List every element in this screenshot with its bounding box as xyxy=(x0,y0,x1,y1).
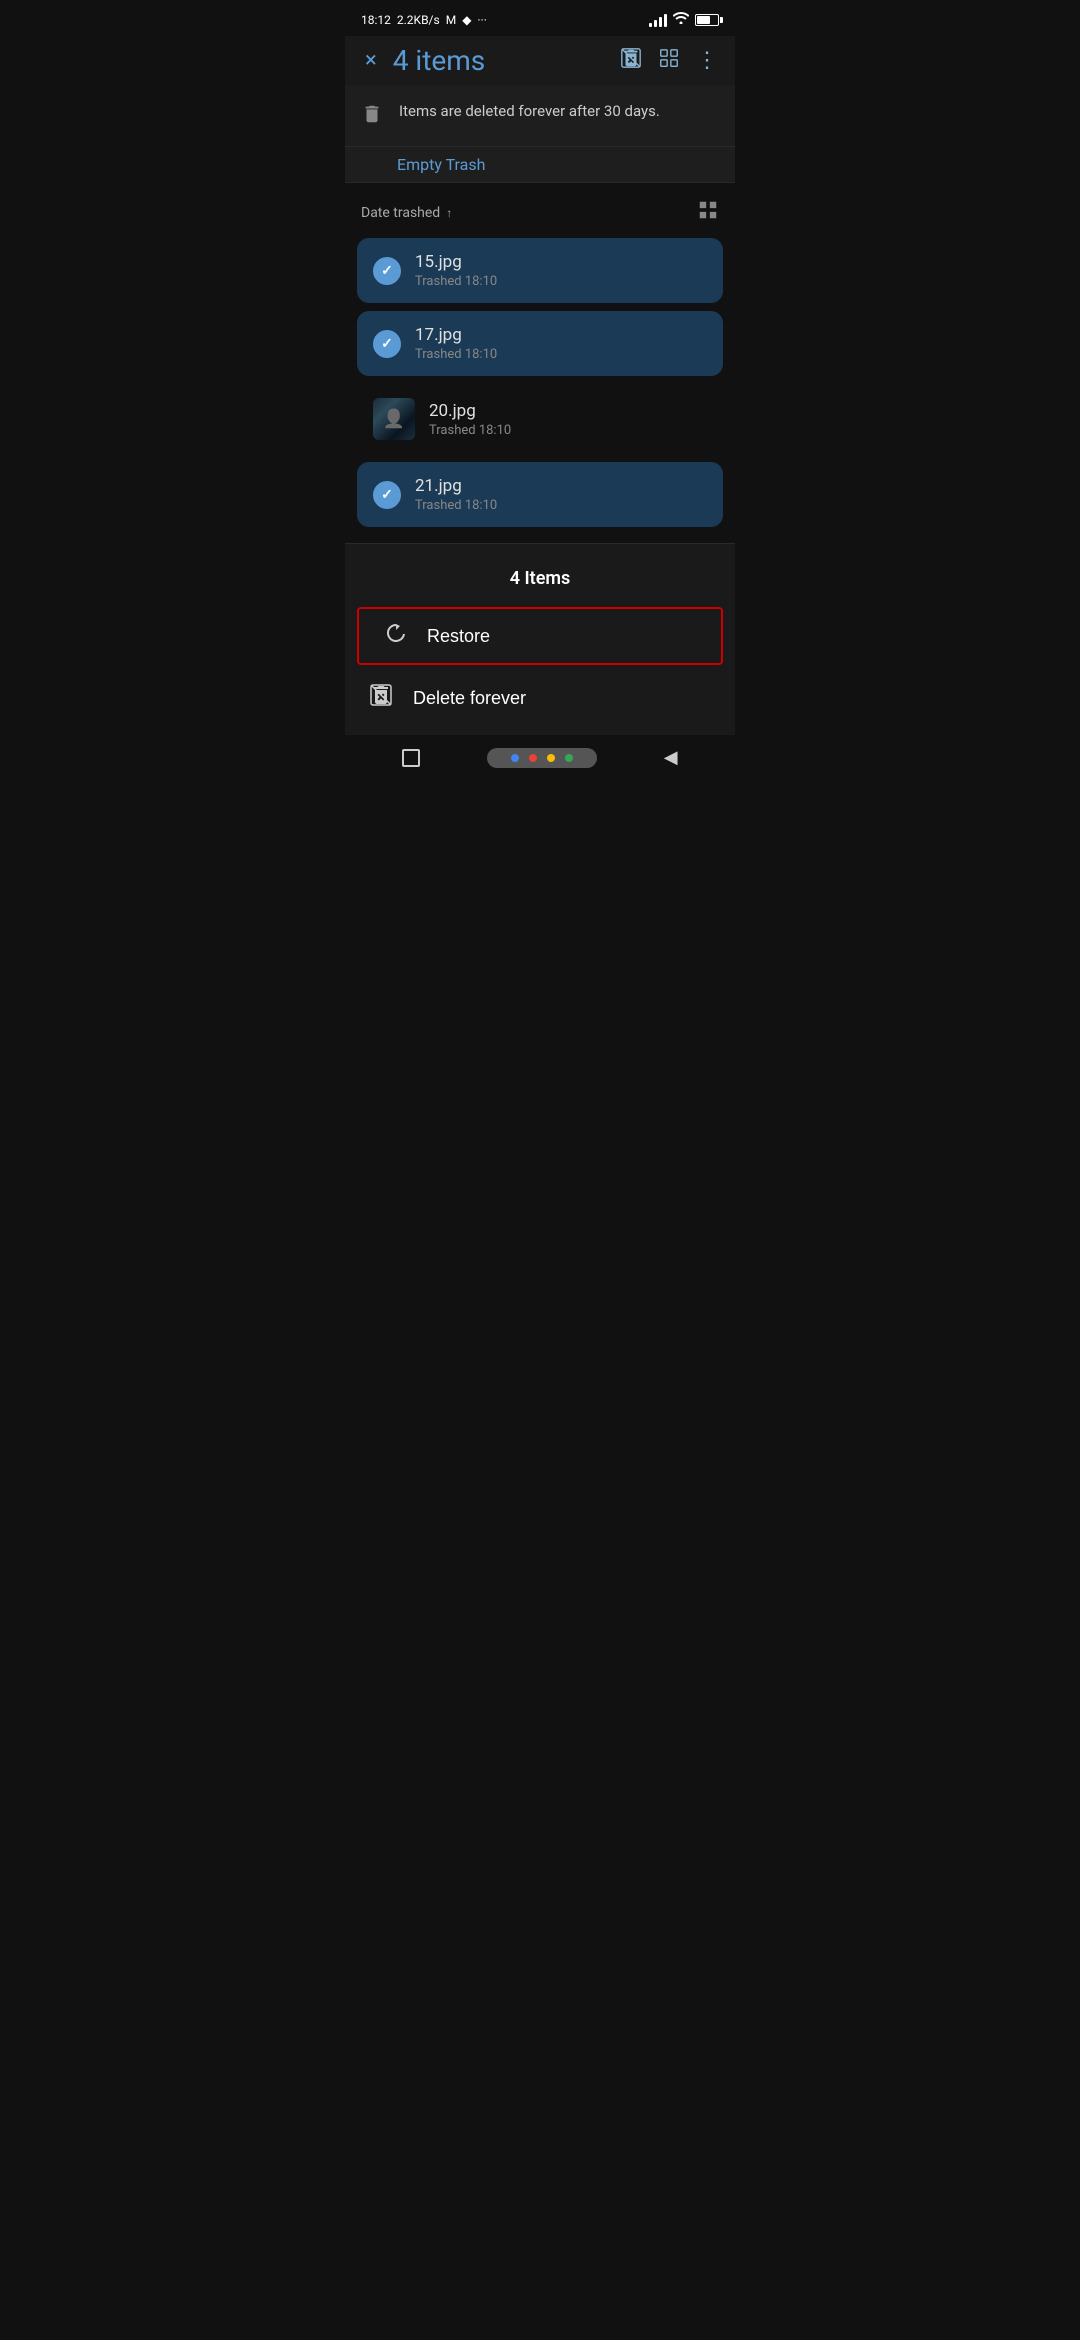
sort-arrow-icon: ↑ xyxy=(446,206,452,220)
selection-bar: 4 Items Restore Delete forever xyxy=(345,543,735,735)
file-meta-4: Trashed 18:10 xyxy=(415,498,707,513)
delete-forever-small-icon xyxy=(369,683,393,713)
file-checkbox-1[interactable] xyxy=(373,257,401,285)
file-info-3: 20.jpg Trashed 18:10 xyxy=(429,401,707,438)
status-right xyxy=(649,12,719,28)
info-banner: Items are deleted forever after 30 days. xyxy=(345,85,735,147)
toolbar-actions: ⋮ xyxy=(620,47,719,74)
delete-forever-toolbar-icon[interactable] xyxy=(620,47,642,74)
info-banner-text: Items are deleted forever after 30 days. xyxy=(399,101,660,122)
signal-icon xyxy=(649,13,667,27)
grid-view-toggle[interactable] xyxy=(697,199,719,226)
file-meta-3: Trashed 18:10 xyxy=(429,423,707,438)
nav-dot-green xyxy=(565,754,573,762)
list-item[interactable]: 21.jpg Trashed 18:10 xyxy=(357,462,723,527)
status-bar: 18:12 2.2KB/s M ◆ ··· xyxy=(345,0,735,36)
file-info-4: 21.jpg Trashed 18:10 xyxy=(415,476,707,513)
file-meta-2: Trashed 18:10 xyxy=(415,347,707,362)
list-item[interactable]: 20.jpg Trashed 18:10 xyxy=(357,384,723,454)
restore-button[interactable]: Restore xyxy=(357,607,723,665)
toolbar: × 4 items ⋮ xyxy=(345,36,735,85)
nav-dot-yellow xyxy=(547,754,555,762)
file-list: 15.jpg Trashed 18:10 17.jpg Trashed 18:1… xyxy=(345,238,735,527)
file-checkbox-2[interactable] xyxy=(373,330,401,358)
status-time: 18:12 xyxy=(361,13,391,27)
battery-icon xyxy=(695,14,719,26)
selection-count: 4 Items xyxy=(345,560,735,603)
home-square-icon[interactable] xyxy=(402,749,420,767)
delete-forever-button[interactable]: Delete forever xyxy=(345,669,735,727)
file-meta-1: Trashed 18:10 xyxy=(415,274,707,289)
file-name-2: 17.jpg xyxy=(415,325,707,345)
file-thumbnail-3 xyxy=(373,398,415,440)
file-info-2: 17.jpg Trashed 18:10 xyxy=(415,325,707,362)
list-item[interactable]: 17.jpg Trashed 18:10 xyxy=(357,311,723,376)
more-status-icon: ··· xyxy=(477,13,486,27)
sort-label[interactable]: Date trashed ↑ xyxy=(361,205,452,221)
sort-bar: Date trashed ↑ xyxy=(345,183,735,238)
nav-dot-red xyxy=(529,754,537,762)
status-speed: 2.2KB/s xyxy=(397,13,440,27)
page-title: 4 items xyxy=(393,44,608,77)
file-info-1: 15.jpg Trashed 18:10 xyxy=(415,252,707,289)
file-checkbox-4[interactable] xyxy=(373,481,401,509)
more-options-toolbar-icon[interactable]: ⋮ xyxy=(696,48,719,73)
gmail-icon: M xyxy=(446,13,456,27)
file-name-3: 20.jpg xyxy=(429,401,707,421)
nav-home-pill[interactable] xyxy=(487,748,597,768)
file-name-1: 15.jpg xyxy=(415,252,707,272)
nav-dot-blue xyxy=(511,754,519,762)
nav-bar: ◀ xyxy=(345,735,735,784)
restore-label: Restore xyxy=(427,626,490,647)
empty-trash-button[interactable]: Empty Trash xyxy=(345,147,735,183)
location-icon: ◆ xyxy=(462,13,471,27)
back-icon[interactable]: ◀ xyxy=(664,747,678,768)
file-name-4: 21.jpg xyxy=(415,476,707,496)
list-item[interactable]: 15.jpg Trashed 18:10 xyxy=(357,238,723,303)
delete-forever-label: Delete forever xyxy=(413,688,526,709)
close-button[interactable]: × xyxy=(361,44,381,77)
trash-banner-icon xyxy=(361,103,383,130)
restore-icon xyxy=(383,621,407,651)
status-left: 18:12 2.2KB/s M ◆ ··· xyxy=(361,13,487,27)
select-all-toolbar-icon[interactable] xyxy=(658,47,680,74)
wifi-icon xyxy=(673,12,689,28)
